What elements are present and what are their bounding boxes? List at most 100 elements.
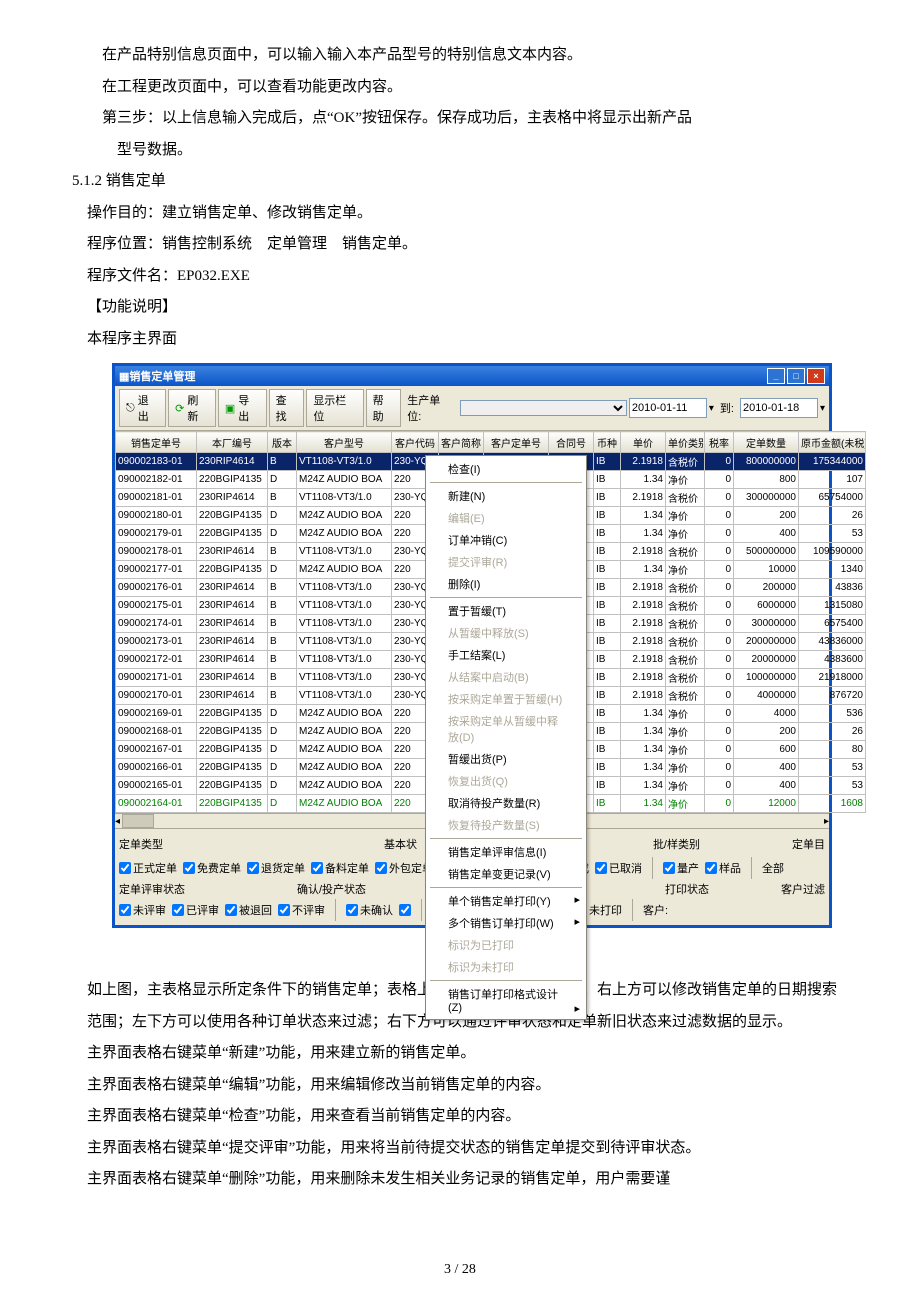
menu-item[interactable]: 单个销售定单打印(Y) xyxy=(426,890,586,912)
col-header[interactable]: 币种 xyxy=(594,432,621,453)
find-button[interactable]: 查找 xyxy=(269,389,305,427)
menu-item: 按采购定单置于暂缓(H) xyxy=(426,688,586,710)
chk-formal[interactable]: 正式定单 xyxy=(119,860,177,876)
para: 主界面表格右键菜单“提交评审”功能，用来将当前待提交状态的销售定单提交到待评审状… xyxy=(87,1133,848,1165)
menu-item[interactable]: 销售定单变更记录(V) xyxy=(426,863,586,885)
menu-item[interactable]: 删除(I) xyxy=(426,573,586,595)
col-header[interactable]: 定单数量 xyxy=(734,432,799,453)
para: 在工程更改页面中，可以查看功能更改内容。 xyxy=(72,72,848,104)
prod-unit-label: 生产单位: xyxy=(403,392,457,424)
chk-spare[interactable]: 备料定单 xyxy=(311,860,369,876)
menu-item[interactable]: 暂缓出货(P) xyxy=(426,748,586,770)
excel-icon: ▣ xyxy=(225,402,235,415)
order-type-label: 定单类型 xyxy=(119,836,163,852)
menu-item[interactable]: 多个销售订单打印(W) xyxy=(426,912,586,934)
show-columns-button[interactable]: 显示栏位 xyxy=(306,389,363,427)
col-header[interactable]: 原币金额(未税) xyxy=(799,432,866,453)
para: 主界面表格右键菜单“删除”功能，用来删除未发生相关业务记录的销售定单，用户需要谨 xyxy=(87,1164,848,1196)
scroll-left-icon[interactable]: ◂ xyxy=(115,816,120,827)
para: 主界面表格右键菜单“检查”功能，用来查看当前销售定单的内容。 xyxy=(87,1101,848,1133)
para: 本程序主界面 xyxy=(87,324,848,356)
para: 【功能说明】 xyxy=(87,292,848,324)
menu-item[interactable]: 订单冲销(C) xyxy=(426,529,586,551)
col-header[interactable]: 单价 xyxy=(621,432,666,453)
para: 主界面表格右键菜单“新建”功能，用来建立新的销售定单。 xyxy=(87,1038,848,1070)
menu-item: 恢复待投产数量(S) xyxy=(426,814,586,836)
all-label: 定单目 xyxy=(792,836,825,852)
window-title: 销售定单管理 xyxy=(129,368,765,384)
context-menu[interactable]: 检查(I) 新建(N)编辑(E)订单冲销(C)提交评审(R)删除(I) 置于暂缓(T… xyxy=(425,455,587,1020)
sample-type-label: 批/样类别 xyxy=(653,836,700,852)
app-icon: ▦ xyxy=(119,370,129,383)
dropdown-icon[interactable]: ▾ xyxy=(709,403,714,414)
menu-item[interactable]: 手工结案(L) xyxy=(426,644,586,666)
menu-item[interactable]: 取消待投产数量(R) xyxy=(426,792,586,814)
help-button[interactable]: 帮助 xyxy=(366,389,402,427)
orders-grid[interactable]: 销售定单号本厂编号版本客户型号客户代码客户简称客户定单号合同号币种单价单价类别税… xyxy=(115,431,829,813)
prod-unit-select[interactable] xyxy=(460,400,627,416)
chk-unreviewed[interactable]: 未评审 xyxy=(119,902,166,918)
date-from-input[interactable] xyxy=(629,398,707,418)
col-header[interactable]: 单价类别 xyxy=(666,432,705,453)
dropdown-icon[interactable]: ▾ xyxy=(820,403,825,414)
menu-item[interactable]: 置于暂缓(T) xyxy=(426,600,586,622)
date-to-input[interactable] xyxy=(740,398,818,418)
print-status-label: 打印状态 xyxy=(665,881,709,897)
menu-item[interactable]: 销售订单打印格式设计(Z) xyxy=(426,983,586,1017)
all-button[interactable]: 全部 xyxy=(762,860,784,876)
chk-blank[interactable] xyxy=(399,904,411,916)
col-header[interactable]: 客户简称 xyxy=(439,432,484,453)
minimize-button[interactable]: _ xyxy=(767,368,785,384)
scroll-thumb[interactable] xyxy=(122,814,154,828)
exit-button[interactable]: ⎋退出 xyxy=(119,389,166,427)
maximize-button[interactable]: □ xyxy=(787,368,805,384)
chk-unconfirmed[interactable]: 未确认 xyxy=(346,902,393,918)
col-header[interactable]: 版本 xyxy=(268,432,297,453)
col-header[interactable]: 销售定单号 xyxy=(116,432,197,453)
para: 在产品特别信息页面中，可以输入输入本产品型号的特别信息文本内容。 xyxy=(72,40,848,72)
menu-item[interactable]: 检查(I) xyxy=(426,458,586,480)
para: 程序文件名：EP032.EXE xyxy=(87,261,848,293)
chk-returned[interactable]: 被退回 xyxy=(225,902,272,918)
refresh-button[interactable]: ⟳刷新 xyxy=(168,389,216,427)
scroll-right-icon[interactable]: ▸ xyxy=(824,816,829,827)
menu-item: 编辑(E) xyxy=(426,507,586,529)
basic-status-label: 基本状 xyxy=(384,836,417,852)
menu-item: 从暂缓中释放(S) xyxy=(426,622,586,644)
col-header[interactable]: 合同号 xyxy=(549,432,594,453)
chk-mass[interactable]: 量产 xyxy=(663,860,699,876)
chk-cancel[interactable]: 已取消 xyxy=(595,860,642,876)
cust-filter-label: 客户过滤 xyxy=(781,881,825,897)
menu-item: 标识为已打印 xyxy=(426,934,586,956)
col-header[interactable]: 客户代码 xyxy=(392,432,439,453)
app-screenshot: ▦ 销售定单管理 _ □ × ⎋退出 ⟳刷新 ▣导出 查找 显示栏位 帮助 生产… xyxy=(112,363,848,928)
para: 主界面表格右键菜单“编辑”功能，用来编辑修改当前销售定单的内容。 xyxy=(87,1070,848,1102)
chk-reviewed[interactable]: 已评审 xyxy=(172,902,219,918)
close-button[interactable]: × xyxy=(807,368,825,384)
para: 第三步：以上信息输入完成后，点“OK”按钮保存。保存成功后，主表格中将显示出新产… xyxy=(72,103,848,135)
menu-item: 提交评审(R) xyxy=(426,551,586,573)
menu-item[interactable]: 新建(N) xyxy=(426,485,586,507)
col-header[interactable]: 客户定单号 xyxy=(484,432,549,453)
page-footer: 3 / 28 xyxy=(0,1262,920,1278)
section-heading: 5.1.2 销售定单 xyxy=(72,166,848,198)
para: 程序位置：销售控制系统 定单管理 销售定单。 xyxy=(87,229,848,261)
col-header[interactable]: 税率 xyxy=(705,432,734,453)
chk-return[interactable]: 退货定单 xyxy=(247,860,305,876)
chk-free[interactable]: 免费定单 xyxy=(183,860,241,876)
titlebar: ▦ 销售定单管理 _ □ × xyxy=(115,366,829,386)
menu-item[interactable]: 销售定单评审信息(I) xyxy=(426,841,586,863)
chk-noreview[interactable]: 不评审 xyxy=(278,902,325,918)
refresh-icon: ⟳ xyxy=(175,402,184,415)
col-header[interactable]: 本厂编号 xyxy=(197,432,268,453)
cust-label: 客户: xyxy=(643,902,668,918)
export-button[interactable]: ▣导出 xyxy=(218,389,267,427)
door-icon: ⎋ xyxy=(126,402,135,415)
menu-item: 恢复出货(Q) xyxy=(426,770,586,792)
menu-item: 从结案中启动(B) xyxy=(426,666,586,688)
chk-sample[interactable]: 样品 xyxy=(705,860,741,876)
confirm-status-label: 确认/投产状态 xyxy=(297,881,366,897)
para: 型号数据。 xyxy=(117,135,848,167)
col-header[interactable]: 客户型号 xyxy=(297,432,392,453)
review-status-label: 定单评审状态 xyxy=(119,881,185,897)
